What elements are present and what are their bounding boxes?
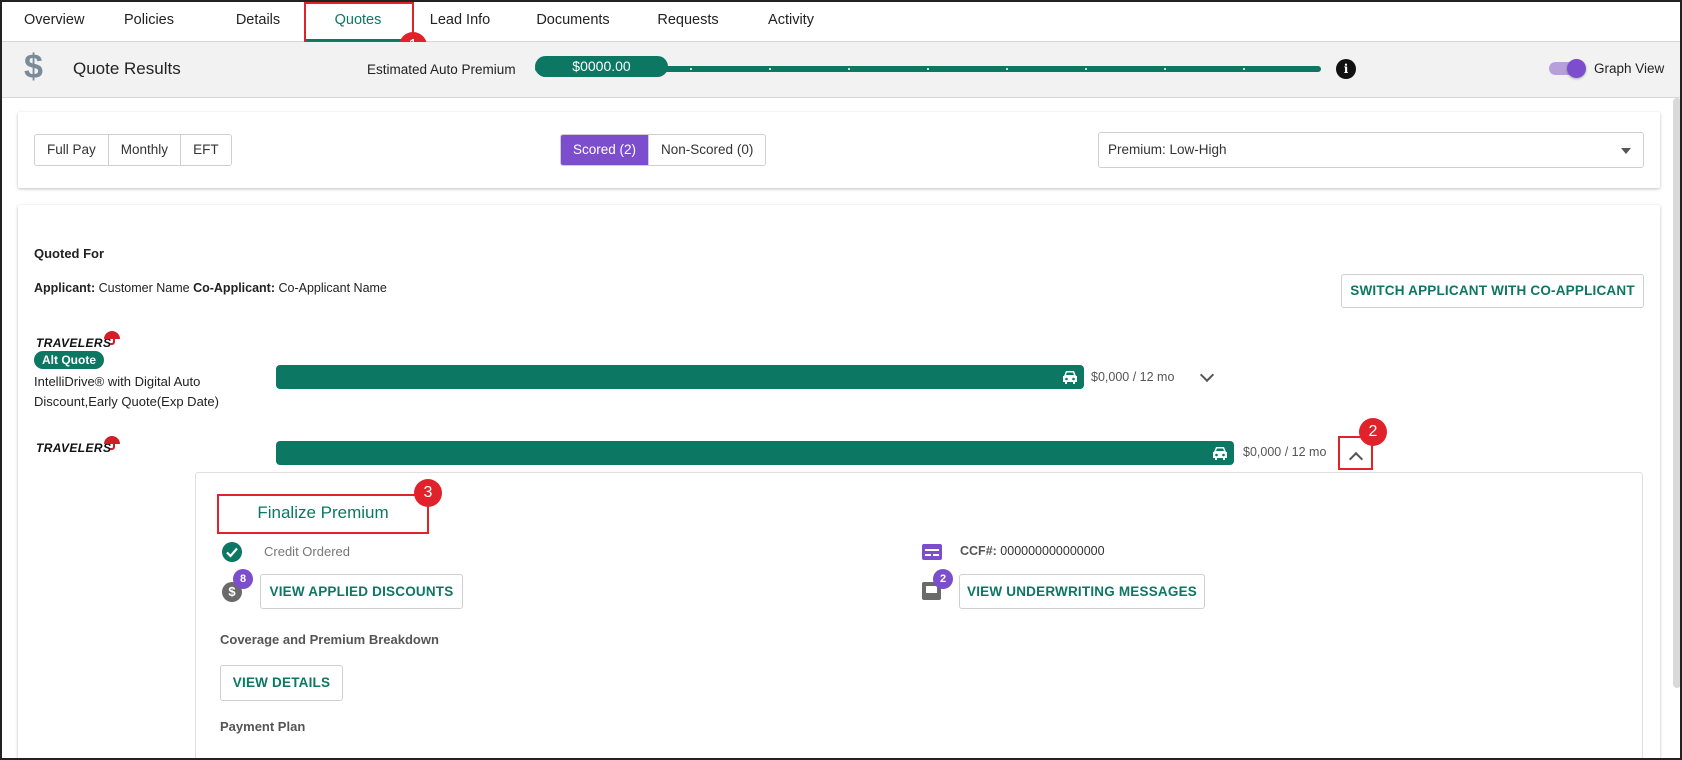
carrier-logo: TRAVELERS bbox=[36, 336, 112, 350]
discount-count-badge: 8 bbox=[233, 569, 253, 589]
slider-tick bbox=[769, 68, 771, 70]
quote-price: $0,000 / 12 mo bbox=[1091, 370, 1174, 384]
ccf-value: 000000000000000 bbox=[1000, 544, 1105, 558]
dollar-icon: $ bbox=[24, 48, 43, 86]
message-count-badge: 2 bbox=[933, 569, 953, 589]
slider-tick bbox=[927, 68, 929, 70]
slider-tick bbox=[1085, 68, 1087, 70]
tab-documents[interactable]: Documents bbox=[536, 2, 610, 41]
view-applied-discounts-button[interactable]: VIEW APPLIED DISCOUNTS bbox=[260, 574, 463, 609]
annotation-callout-2: 2 bbox=[1359, 418, 1387, 446]
price-value: $0,000 bbox=[1091, 370, 1130, 384]
annotation-box-finalize bbox=[217, 494, 429, 534]
coapplicant-label: Co-Applicant: bbox=[193, 281, 276, 295]
graph-view-label: Graph View bbox=[1594, 61, 1665, 76]
coapplicant-name: Co-Applicant Name bbox=[278, 281, 387, 295]
toggle-knob bbox=[1567, 59, 1586, 78]
alt-quote-badge: Alt Quote bbox=[34, 351, 104, 369]
tab-policies[interactable]: Policies bbox=[121, 2, 177, 41]
quote-description: IntelliDrive® with Digital Auto Discount… bbox=[34, 374, 219, 409]
estimated-premium-label: Estimated Auto Premium bbox=[367, 62, 516, 77]
slider-tick bbox=[1164, 68, 1166, 70]
quote-price: $0,000 / 12 mo bbox=[1243, 445, 1326, 459]
price-value: $0,000 bbox=[1243, 445, 1282, 459]
full-pay-button[interactable]: Full Pay bbox=[35, 135, 109, 165]
chevron-down-icon bbox=[1621, 148, 1631, 154]
price-term: / 12 mo bbox=[1284, 445, 1327, 459]
price-term: / 12 mo bbox=[1132, 370, 1175, 384]
sort-select[interactable]: Premium: Low-High bbox=[1098, 132, 1644, 168]
quote-bar[interactable] bbox=[276, 365, 1084, 389]
ccf-number: CCF#: 000000000000000 bbox=[960, 544, 1105, 558]
credit-card-icon bbox=[922, 544, 942, 560]
page-title: Quote Results bbox=[73, 59, 181, 78]
sort-select-value: Premium: Low-High bbox=[1108, 142, 1227, 157]
scored-button[interactable]: Scored (2) bbox=[561, 135, 650, 165]
view-details-button[interactable]: VIEW DETAILS bbox=[220, 665, 343, 701]
estimated-premium-value[interactable]: $0000.00 bbox=[535, 56, 668, 77]
quoted-for-heading: Quoted For bbox=[34, 246, 105, 261]
view-underwriting-messages-button[interactable]: VIEW UNDERWRITING MESSAGES bbox=[959, 574, 1205, 609]
tab-activity[interactable]: Activity bbox=[766, 2, 816, 41]
car-icon bbox=[1213, 447, 1227, 460]
quote-bar[interactable] bbox=[276, 441, 1234, 465]
coverage-breakdown-heading: Coverage and Premium Breakdown bbox=[220, 632, 439, 647]
filter-card: Full Pay Monthly EFT Scored (2) Non-Scor… bbox=[18, 112, 1660, 188]
pay-option-group: Full Pay Monthly EFT bbox=[34, 134, 232, 166]
applicant-label: Applicant: bbox=[34, 281, 96, 295]
slider-tick bbox=[1006, 68, 1008, 70]
annotation-box-quotes-tab bbox=[304, 2, 414, 43]
app-frame: Overview Policies Details Quotes Lead In… bbox=[0, 0, 1682, 760]
tab-overview[interactable]: Overview bbox=[24, 2, 84, 41]
slider-tick bbox=[1243, 68, 1245, 70]
slider-tick bbox=[848, 68, 850, 70]
tab-details[interactable]: Details bbox=[231, 2, 285, 41]
tab-requests[interactable]: Requests bbox=[657, 2, 719, 41]
info-icon[interactable]: i bbox=[1336, 59, 1356, 79]
carrier-logo: TRAVELERS bbox=[36, 441, 112, 455]
top-tab-bar: Overview Policies Details Quotes Lead In… bbox=[2, 2, 1680, 42]
eft-button[interactable]: EFT bbox=[181, 135, 231, 165]
applicant-line: Applicant: Customer Name Co-Applicant: C… bbox=[34, 281, 387, 295]
graph-view-toggle[interactable] bbox=[1549, 59, 1586, 78]
quote-results-header: $ Quote Results Estimated Auto Premium $… bbox=[2, 42, 1680, 98]
car-icon bbox=[1063, 371, 1077, 384]
annotation-callout-3: 3 bbox=[414, 479, 442, 507]
payment-plan-heading: Payment Plan bbox=[220, 719, 306, 734]
tab-lead-info[interactable]: Lead Info bbox=[428, 2, 492, 41]
credit-status: Credit Ordered bbox=[264, 544, 350, 559]
check-circle-icon bbox=[222, 542, 242, 562]
monthly-button[interactable]: Monthly bbox=[108, 135, 182, 165]
slider-tick bbox=[690, 68, 692, 70]
applicant-name: Customer Name bbox=[98, 281, 190, 295]
non-scored-button[interactable]: Non-Scored (0) bbox=[649, 135, 766, 165]
page-scrollbar[interactable] bbox=[1673, 98, 1680, 688]
switch-applicant-button[interactable]: SWITCH APPLICANT WITH CO-APPLICANT bbox=[1341, 274, 1644, 308]
ccf-label: CCF#: bbox=[960, 544, 997, 558]
score-option-group: Scored (2) Non-Scored (0) bbox=[560, 134, 767, 166]
